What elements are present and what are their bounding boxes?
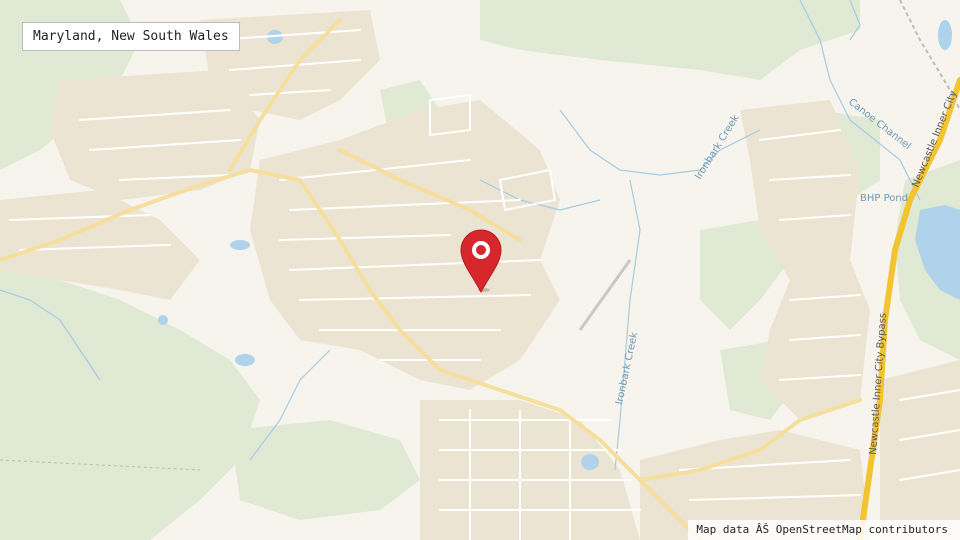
map-view[interactable]: Canoe Channel Ironbark Creek Ironbark Cr… — [0, 0, 960, 540]
pond-2 — [230, 240, 250, 250]
pond-4 — [581, 454, 599, 470]
suburb-far-east — [880, 360, 960, 540]
map-attribution[interactable]: Map data ÂŠ OpenStreetMap contributors — [688, 520, 960, 540]
location-label: Maryland, New South Wales — [22, 22, 240, 51]
pond-5 — [235, 354, 255, 366]
pond-north-east — [938, 20, 952, 50]
pond-3 — [158, 315, 168, 325]
bhp-pond-label: BHP Pond — [860, 193, 908, 204]
map-canvas[interactable]: Canoe Channel Ironbark Creek Ironbark Cr… — [0, 0, 960, 540]
